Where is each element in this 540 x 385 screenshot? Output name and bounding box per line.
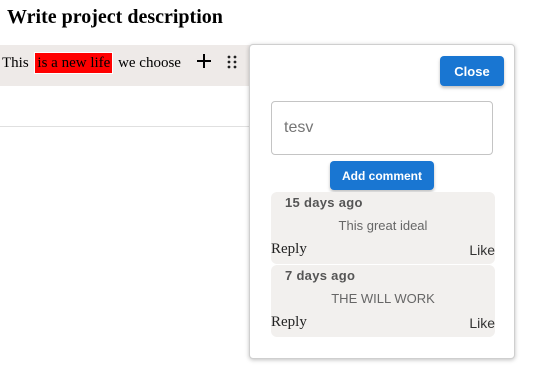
comment-panel: Close Add comment 15 days ago This great… bbox=[249, 44, 515, 359]
reply-link[interactable]: Reply bbox=[271, 240, 307, 258]
add-comment-button[interactable]: Add comment bbox=[330, 161, 434, 190]
comment-timestamp: 7 days ago bbox=[285, 268, 356, 283]
close-button[interactable]: Close bbox=[440, 56, 504, 86]
divider bbox=[0, 126, 250, 127]
comment-timestamp: 15 days ago bbox=[285, 195, 363, 210]
editor-text[interactable]: This is a new life we choose bbox=[2, 52, 181, 74]
like-link[interactable]: Like bbox=[469, 315, 495, 331]
highlighted-text[interactable]: is a new life bbox=[34, 52, 114, 74]
comment-text: This great ideal bbox=[338, 218, 428, 233]
drag-handle-icon[interactable] bbox=[227, 55, 237, 69]
comment-item: 7 days ago THE WILL WORK Reply Like bbox=[271, 265, 495, 337]
comment-input[interactable] bbox=[271, 101, 493, 155]
comment-item: 15 days ago This great ideal Reply Like bbox=[271, 192, 495, 264]
plus-icon[interactable] bbox=[197, 54, 211, 68]
text-before: This bbox=[2, 55, 29, 71]
page-title: Write project description bbox=[7, 6, 223, 28]
text-after: we choose bbox=[118, 55, 181, 71]
like-link[interactable]: Like bbox=[469, 242, 495, 258]
comment-text: THE WILL WORK bbox=[331, 291, 435, 306]
reply-link[interactable]: Reply bbox=[271, 313, 307, 331]
